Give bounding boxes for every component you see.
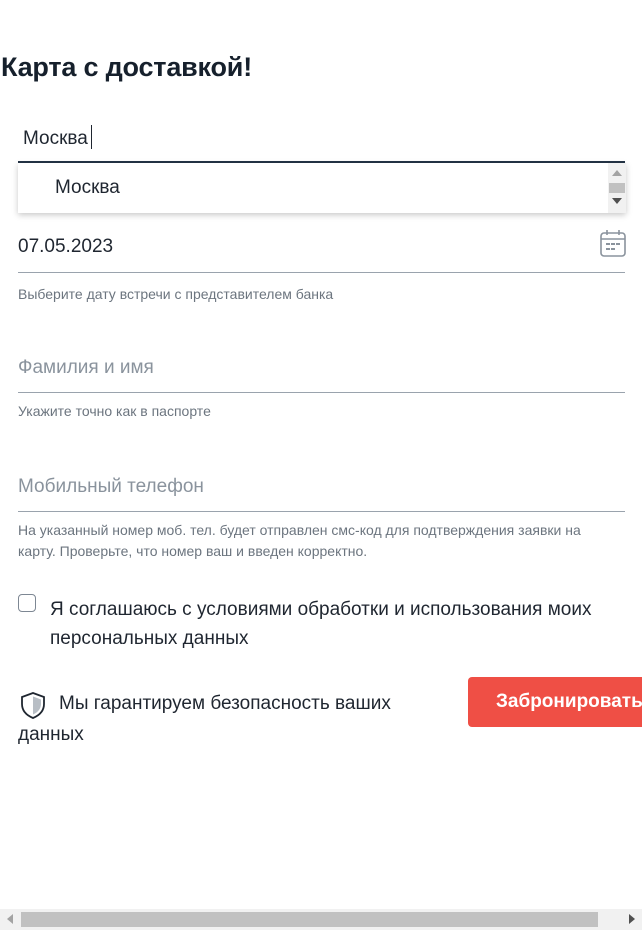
- city-input[interactable]: [23, 126, 583, 152]
- name-field[interactable]: Фамилия и имя: [18, 352, 625, 393]
- consent-checkbox[interactable]: [18, 594, 36, 612]
- date-field[interactable]: 07.05.2023: [18, 230, 626, 273]
- horizontal-scroll-thumb[interactable]: [21, 912, 598, 927]
- city-suggestion-option[interactable]: Москва: [55, 177, 120, 199]
- scroll-down-arrow-icon[interactable]: [612, 198, 622, 204]
- page-title: Карта с доставкой!: [1, 52, 252, 82]
- city-field[interactable]: [18, 116, 625, 163]
- consent-label[interactable]: Я соглашаюсь с условиями обработки и исп…: [50, 595, 630, 653]
- dropdown-scroll-thumb[interactable]: [609, 183, 625, 193]
- security-note: Мы гарантируем безопасность ваших данных: [18, 688, 438, 750]
- text-caret: [91, 125, 92, 149]
- horizontal-scrollbar[interactable]: [0, 909, 642, 930]
- date-value: 07.05.2023: [18, 236, 114, 257]
- scroll-up-arrow-icon[interactable]: [612, 170, 622, 176]
- phone-field[interactable]: Мобильный телефон: [18, 471, 625, 512]
- city-suggestions-dropdown: Москва: [18, 163, 626, 213]
- security-text: Мы гарантируем безопасность ваших данных: [18, 693, 391, 745]
- calendar-icon[interactable]: [599, 228, 627, 258]
- date-hint: Выберите дату встречи с представителем б…: [18, 286, 334, 302]
- phone-hint: На указанный номер моб. тел. будет отпра…: [18, 522, 581, 559]
- name-placeholder: Фамилия и имя: [18, 357, 154, 378]
- dropdown-scrollbar[interactable]: [608, 163, 626, 213]
- phone-placeholder: Мобильный телефон: [18, 476, 204, 497]
- name-hint: Укажите точно как в паспорте: [18, 403, 211, 419]
- scroll-left-arrow-icon[interactable]: [7, 914, 13, 924]
- shield-icon: [21, 692, 45, 719]
- book-button[interactable]: Забронировать: [468, 677, 642, 727]
- scroll-right-arrow-icon[interactable]: [629, 914, 635, 924]
